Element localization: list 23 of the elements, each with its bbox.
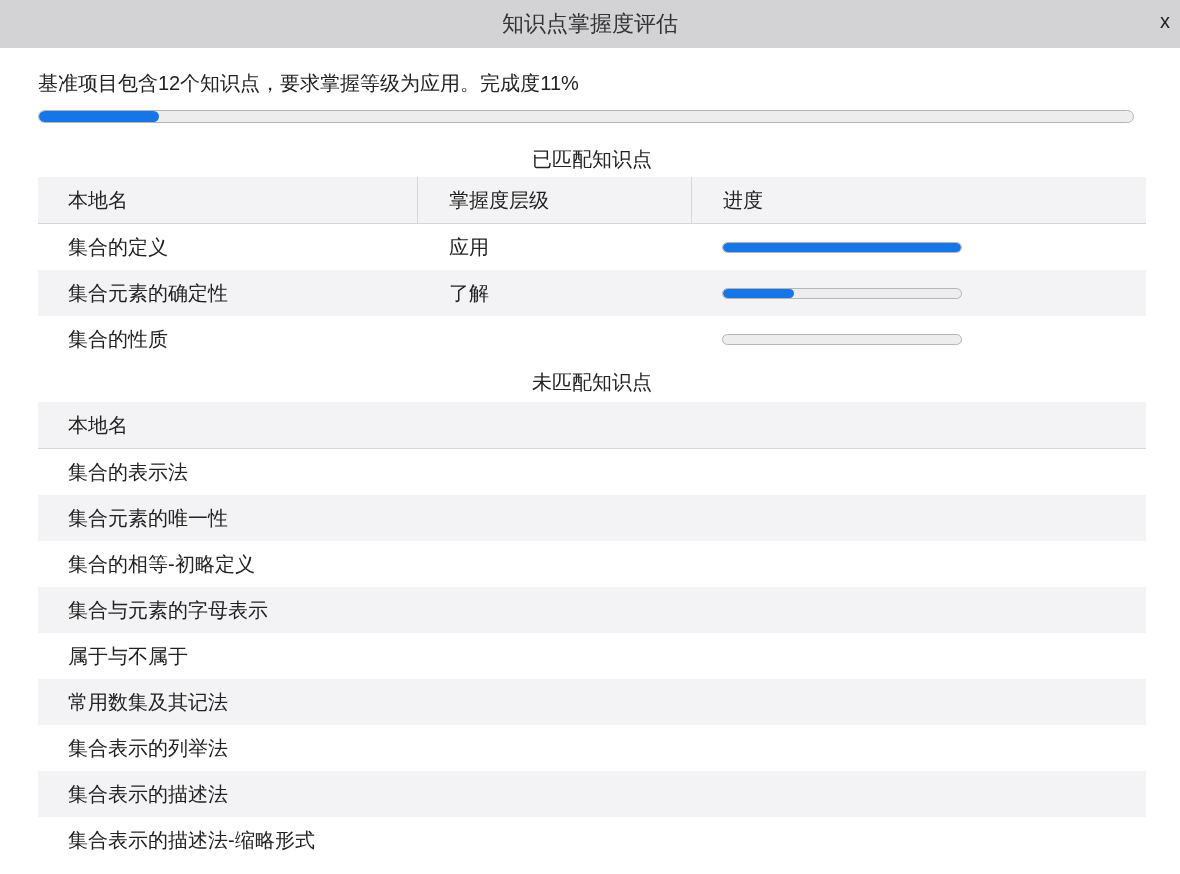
column-header: 本地名 [67,412,128,438]
summary-text: 基准项目包含12个知识点，要求掌握等级为应用。完成度11% [38,71,580,96]
section-title: 已匹配知识点 [531,147,653,172]
close-button[interactable]: x [1154,10,1176,33]
column-header: 掌握度层级 [417,177,691,223]
window-title: 知识点掌握度评估 [502,10,678,38]
table-cell-text: 应用 [448,234,490,260]
section-title: 未匹配知识点 [531,370,653,395]
table-cell-text: 集合的性质 [67,326,169,352]
table-cell-text: 了解 [448,280,490,306]
table-cell-text: 集合表示的描述法-缩略形式 [67,827,315,853]
column-header: 本地名 [67,187,129,213]
table-cell-text: 集合元素的确定性 [67,280,229,306]
table-cell-text: 集合的定义 [67,234,169,260]
table-cell-text: 属于与不属于 [67,643,188,669]
table-cell-text: 常用数集及其记法 [67,689,228,715]
table-cell-text: 集合的相等-初略定义 [67,551,255,577]
table-cell-text: 集合的表示法 [67,459,188,485]
table-cell-text: 集合与元素的字母表示 [67,597,268,623]
table-cell-text: 集合表示的列举法 [67,735,228,761]
table-cell-text: 集合表示的描述法 [67,781,228,807]
column-header: 进度 [691,177,1146,223]
table-cell-text: 集合元素的唯一性 [67,505,228,531]
